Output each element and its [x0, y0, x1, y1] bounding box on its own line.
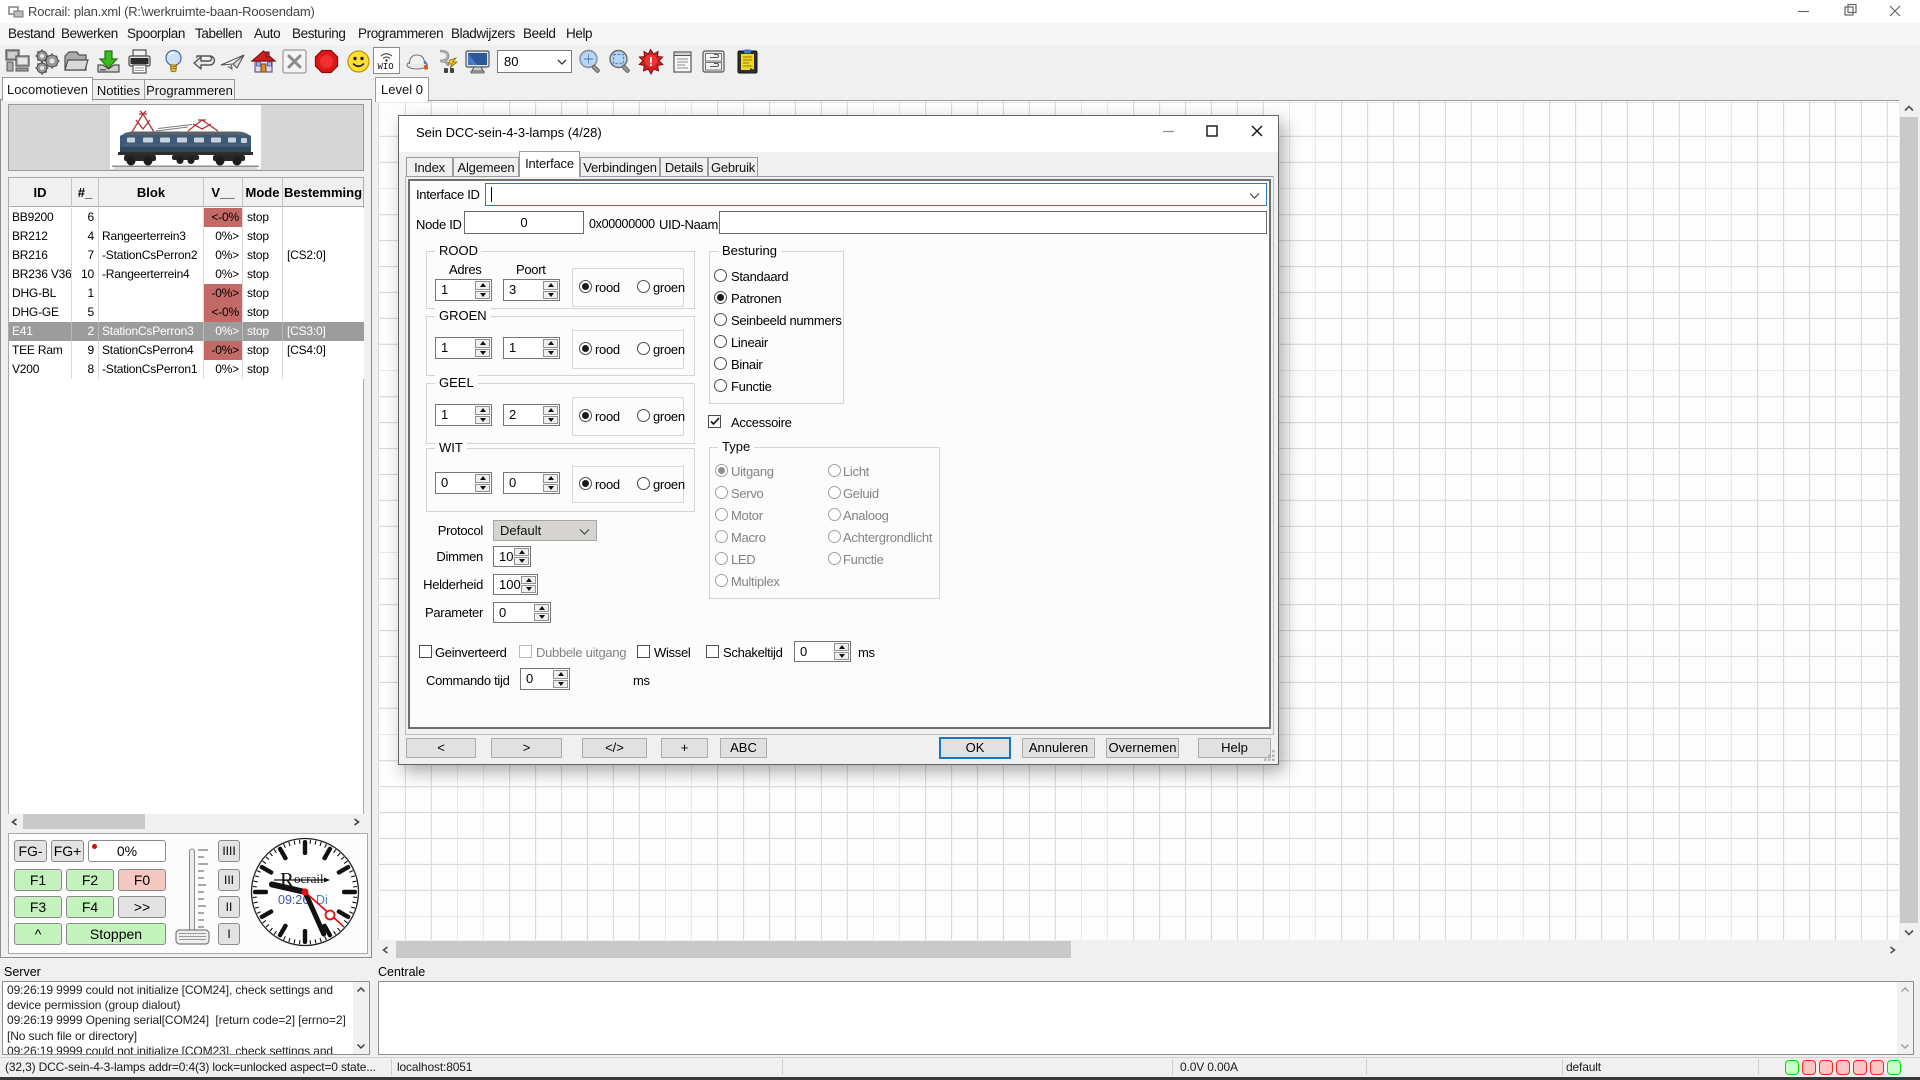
svg-text:ocrail: ocrail: [294, 871, 324, 886]
svg-text:!: !: [649, 54, 653, 69]
svg-text:Di: Di: [316, 893, 328, 907]
svg-text:WIO: WIO: [378, 62, 394, 72]
